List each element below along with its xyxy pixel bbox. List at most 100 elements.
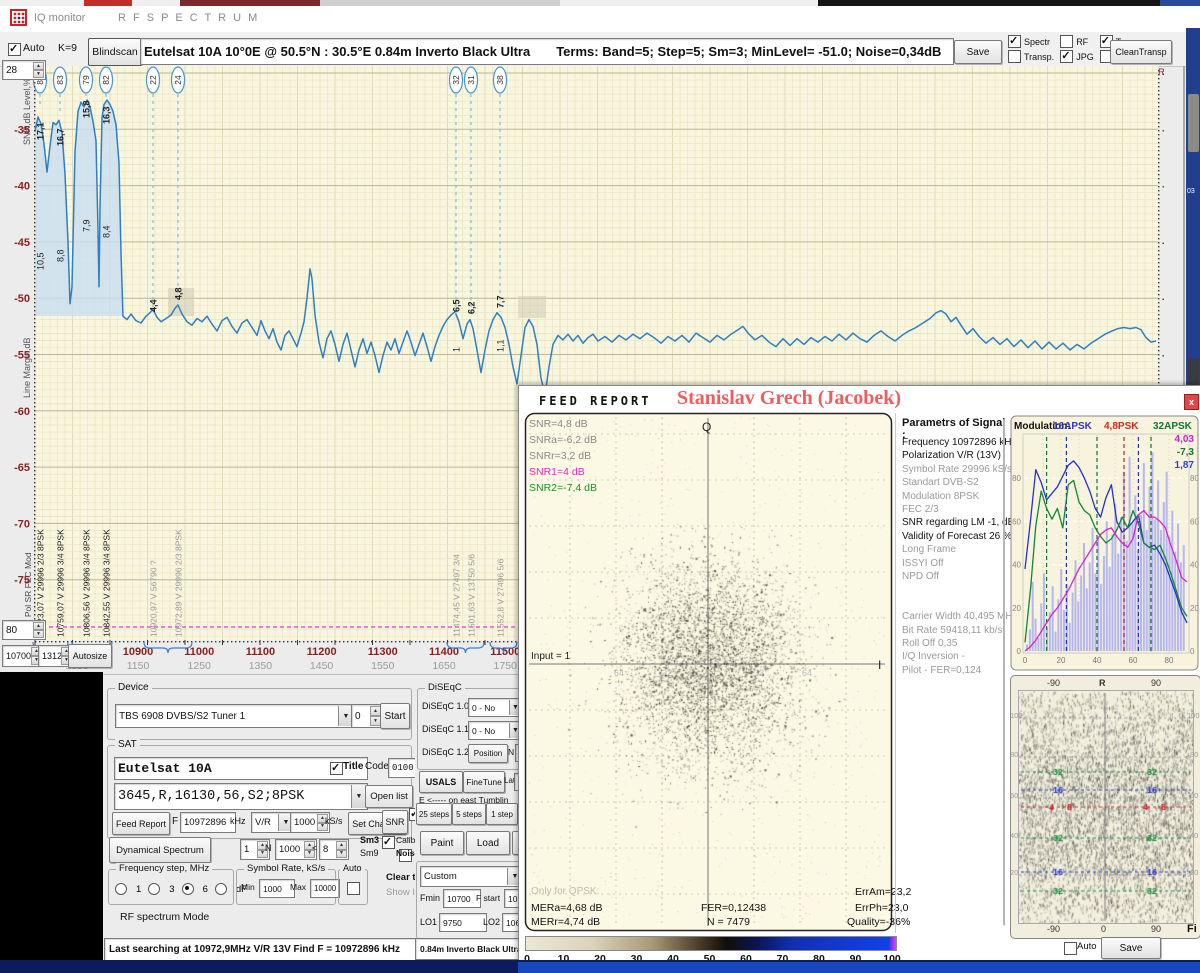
polarization-select[interactable]: V/R▼ [251,812,295,833]
fi-side-label: 20 [1010,868,1018,877]
load-button[interactable]: Load [466,831,510,855]
signal-param-row: Polarization V/R (13V) [902,450,1001,461]
freq-step-radio-1[interactable] [115,883,127,895]
fi-top-label: -90 [1047,678,1060,688]
diseqc11-select[interactable]: 0 - No▼ [468,721,520,740]
tuner-index-spinner[interactable]: 0▲▼ [351,704,383,728]
spectr-label: Spectr [1024,37,1050,47]
freq-step-radio-3[interactable] [148,883,160,895]
sm3-checkbox[interactable] [382,836,395,849]
steps1-button[interactable]: 1 step [486,803,518,825]
page-title: R F S P E C T R U M [118,12,259,24]
title-checkbox[interactable] [330,762,343,775]
title-label: Title [343,761,363,772]
jpg-label: JPG [1076,52,1094,62]
device-panel: Device TBS 6908 DVBS/S2 Tuner 1▼ 0▲▼ Sta… [103,674,415,973]
usals-button[interactable]: USALS [419,771,463,793]
svg-text:60: 60 [1129,656,1138,665]
freq-step-radio-6[interactable] [182,883,194,895]
signal-param-row: Symbol Rate 29996 kS/s [902,464,1012,475]
fi-panel: -90R90-90090Fi1001008080606040402020 [1010,675,1200,939]
steps25-button[interactable]: 25 steps [416,803,452,825]
feed-report-button[interactable]: Feed Report [112,812,170,835]
x-axis-if-label: 1750 [494,660,518,672]
application-window: { "window": {"app_name": "IQ monitor", "… [0,0,1200,973]
svg-text:40: 40 [1093,656,1102,665]
symbolrate-spinner[interactable]: 1000▲▼ [290,812,330,833]
n3-spinner[interactable]: 8▲▼ [319,839,349,860]
frequency-field[interactable]: 10972896 [180,812,236,833]
app-name: IQ monitor [34,12,85,24]
snr-line: SNRr=3,2 dB [529,450,591,462]
fi-bottom-label: 0 [1101,924,1106,934]
transp.-checkbox[interactable] [1008,50,1021,63]
open-list-button[interactable]: Open list [365,785,413,808]
fi-side-label: 40 [1010,831,1018,840]
save-button[interactable]: Save [954,40,1002,64]
snr-line: SNR2=-7,4 dB [529,482,597,494]
title-bar: IQ monitor R F S P E C T R U M [0,6,1200,32]
rf-checkbox[interactable] [1060,35,1073,48]
peak-db-label: 15,8 [82,100,92,118]
x-axis-if-label: 1650 [432,660,456,672]
rf-axis-title: RF,c [1158,67,1164,78]
peak-margin-label: 7,9 [82,219,92,232]
diseqc11-label: DiSEqC 1.1 [422,724,469,734]
position-n-label: N [508,747,514,757]
fi-side-label: 80 [1010,750,1018,759]
lo1-field[interactable]: 9750 [439,913,487,932]
peak-tag-label: 32 [451,75,461,85]
n2-spinner[interactable]: 1000▲▼ [275,839,317,860]
f-label: F [172,816,178,827]
background-window-strip: 03 [1186,28,1200,385]
auto-checkbox[interactable] [8,43,21,56]
auto-sr-checkbox[interactable] [347,882,360,895]
position-button[interactable]: Position [468,744,508,763]
steps5-button[interactable]: 5 steps [452,803,486,825]
modulation-readout: 1,87 [1175,460,1195,471]
dynamical-spectrum-button[interactable]: Dynamical Spectrum [109,837,211,863]
symbol-rate-group: Symbol Rate, kS/s Min 1000 Max 10000 [236,869,336,905]
y-axis-label: -65 [14,462,30,474]
y-top-spinner[interactable]: 28▲▼ [2,60,46,80]
freq-step-radio-dF[interactable] [215,883,227,895]
snr-level-axis-title: SNR,dB Level,% [22,78,32,145]
sm9-label: Sm9 [360,848,379,858]
fer-readout: FER=0,12438 [701,902,766,914]
close-button[interactable]: x [1184,394,1199,410]
k-label: K=9 [58,42,77,54]
y-axis-label-right: -35 [1162,124,1164,136]
profile-select[interactable]: Custom▼ [420,866,520,887]
blindscan-button[interactable]: Blindscan [88,38,142,66]
device-group: Device TBS 6908 DVBS/S2 Tuner 1▼ 0▲▼ Sta… [107,688,412,740]
max-field[interactable]: 10000 [310,879,340,898]
signal-param-row: Pilot - FER=0,124 [902,665,981,676]
y-bottom-spinner[interactable]: 80▲▼ [2,620,46,640]
transponder-select[interactable]: 3645,R,16130,56,S2;8PSK▼ [114,783,368,810]
spectr-checkbox[interactable] [1008,35,1021,48]
signal-param-row: FEC 2/3 [902,504,939,515]
x-axis-freq-label: 11300 [368,646,398,658]
diseqc10-select[interactable]: 0 - No▼ [468,698,520,717]
signal-param-row: Long Frame [902,544,956,555]
dropdown-arrow-icon[interactable]: ▼ [351,785,366,808]
x-axis-if-label: 1550 [371,660,395,672]
peak-tag-label: 22 [148,75,158,85]
jpg-checkbox[interactable] [1060,50,1073,63]
start-button[interactable]: Start [380,703,410,729]
code-field[interactable]: 0100 [388,758,418,778]
n-label: N [265,843,272,853]
fi-auto-checkbox[interactable] [1064,942,1077,955]
feed-report-author: Stanislav Grech (Jacobek) [624,387,954,410]
cleantransp-button[interactable]: CleanTransp [1110,40,1172,64]
freq-step-option-label: 3 [169,884,174,895]
tuner-select[interactable]: TBS 6908 DVBS/S2 Tuner 1▼ [115,704,355,728]
fi-save-button[interactable]: Save [1101,937,1161,959]
snr-mode-button[interactable]: SNR [382,810,408,834]
signal-param-row: I/Q Inversion - [902,651,965,662]
transp.-label: Transp. [1024,52,1054,62]
signal-param-row: Standart DVB-S2 [902,477,979,488]
autosize-button[interactable]: Autosize [68,644,112,668]
finetune-button[interactable]: FineTune [463,771,505,793]
paint-button[interactable]: Paint [420,831,464,855]
